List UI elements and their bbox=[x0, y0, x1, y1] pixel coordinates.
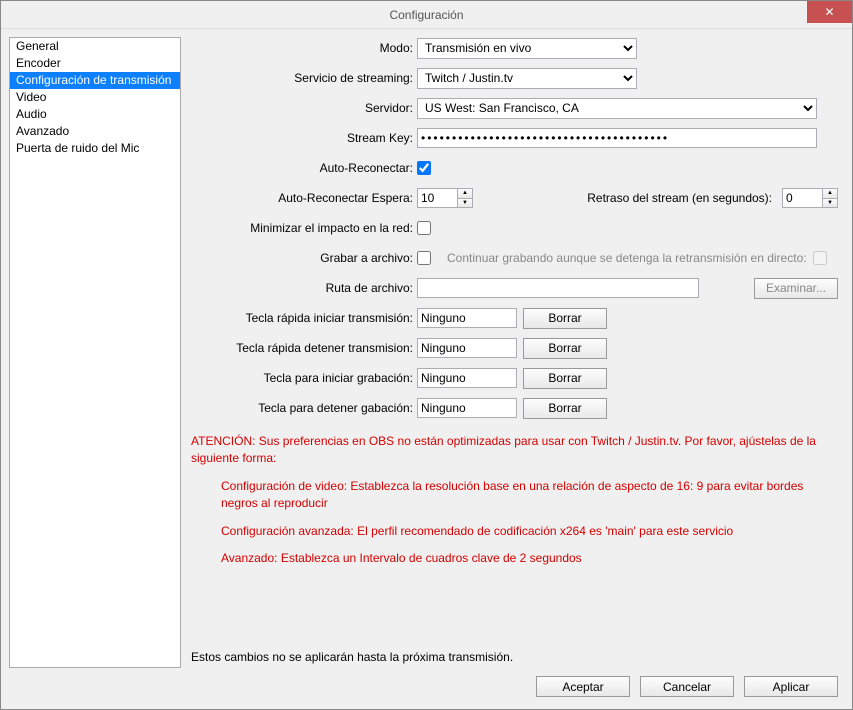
record-file-checkbox[interactable] bbox=[417, 251, 431, 265]
close-button[interactable]: ✕ bbox=[807, 1, 852, 23]
minimize-impact-label: Minimizar el impacto en la red: bbox=[187, 221, 417, 235]
hk-start-record-clear-button[interactable]: Borrar bbox=[523, 368, 607, 389]
sidebar-item-encoder[interactable]: Encoder bbox=[10, 55, 180, 72]
optimization-warning: ATENCIÓN: Sus preferencias en OBS no est… bbox=[187, 427, 838, 583]
warning-line-2: Configuración de video: Establezca la re… bbox=[191, 478, 834, 513]
minimize-impact-checkbox[interactable] bbox=[417, 221, 431, 235]
filepath-label: Ruta de archivo: bbox=[187, 281, 417, 295]
sidebar-item-advanced[interactable]: Avanzado bbox=[10, 123, 180, 140]
hk-stop-stream-clear-button[interactable]: Borrar bbox=[523, 338, 607, 359]
apply-note: Estos cambios no se aplicarán hasta la p… bbox=[187, 646, 838, 668]
autoreconnect-wait-label: Auto-Reconectar Espera: bbox=[187, 191, 417, 205]
spinner-up-icon[interactable]: ▲ bbox=[823, 189, 837, 199]
browse-button: Examinar... bbox=[754, 278, 838, 299]
hk-start-stream-input[interactable] bbox=[417, 308, 517, 328]
filepath-input bbox=[417, 278, 699, 298]
hk-stop-record-input[interactable] bbox=[417, 398, 517, 418]
spinner-up-icon[interactable]: ▲ bbox=[458, 189, 472, 199]
dialog-buttons: Aceptar Cancelar Aplicar bbox=[9, 668, 844, 701]
sidebar-item-general[interactable]: General bbox=[10, 38, 180, 55]
stream-delay-spinner[interactable]: ▲ ▼ bbox=[782, 188, 838, 208]
hk-start-record-input[interactable] bbox=[417, 368, 517, 388]
window-body: General Encoder Configuración de transmi… bbox=[1, 29, 852, 709]
warning-line-3: Configuración avanzada: El perfil recome… bbox=[191, 523, 834, 540]
warning-line-1: ATENCIÓN: Sus preferencias en OBS no est… bbox=[191, 433, 834, 468]
warning-line-4: Avanzado: Establezca un Intervalo de cua… bbox=[191, 550, 834, 567]
spinner-down-icon[interactable]: ▼ bbox=[458, 199, 472, 208]
mode-select[interactable]: Transmisión en vivo bbox=[417, 38, 637, 59]
titlebar: Configuración ✕ bbox=[1, 1, 852, 29]
settings-window: Configuración ✕ General Encoder Configur… bbox=[0, 0, 853, 710]
hk-start-stream-label: Tecla rápida iniciar transmisión: bbox=[187, 311, 417, 325]
continue-recording-checkbox bbox=[813, 251, 827, 265]
sidebar-item-broadcast[interactable]: Configuración de transmisión bbox=[10, 72, 180, 89]
cancel-button[interactable]: Cancelar bbox=[640, 676, 734, 697]
hk-stop-stream-label: Tecla rápida detener transmision: bbox=[187, 341, 417, 355]
sidebar-item-audio[interactable]: Audio bbox=[10, 106, 180, 123]
stream-delay-input[interactable] bbox=[782, 188, 822, 208]
autoreconnect-checkbox[interactable] bbox=[417, 161, 431, 175]
settings-content: Modo: Transmisión en vivo Servicio de st… bbox=[187, 37, 844, 668]
mode-label: Modo: bbox=[187, 41, 417, 55]
window-title: Configuración bbox=[1, 8, 852, 22]
hk-start-record-label: Tecla para iniciar grabación: bbox=[187, 371, 417, 385]
apply-button[interactable]: Aplicar bbox=[744, 676, 838, 697]
server-label: Servidor: bbox=[187, 101, 417, 115]
record-file-label: Grabar a archivo: bbox=[187, 251, 417, 265]
hk-stop-record-clear-button[interactable]: Borrar bbox=[523, 398, 607, 419]
spinner-down-icon[interactable]: ▼ bbox=[823, 199, 837, 208]
close-icon: ✕ bbox=[824, 5, 834, 19]
sidebar-item-video[interactable]: Video bbox=[10, 89, 180, 106]
hk-stop-record-label: Tecla para detener gabación: bbox=[187, 401, 417, 415]
streamkey-input[interactable] bbox=[417, 128, 817, 148]
autoreconnect-wait-input[interactable] bbox=[417, 188, 457, 208]
service-label: Servicio de streaming: bbox=[187, 71, 417, 85]
service-select[interactable]: Twitch / Justin.tv bbox=[417, 68, 637, 89]
stream-delay-label: Retraso del stream (en segundos): bbox=[587, 191, 776, 205]
ok-button[interactable]: Aceptar bbox=[536, 676, 630, 697]
main-area: General Encoder Configuración de transmi… bbox=[9, 37, 844, 668]
sidebar-item-noisegate[interactable]: Puerta de ruido del Mic bbox=[10, 140, 180, 157]
autoreconnect-label: Auto-Reconectar: bbox=[187, 161, 417, 175]
hk-stop-stream-input[interactable] bbox=[417, 338, 517, 358]
hk-start-stream-clear-button[interactable]: Borrar bbox=[523, 308, 607, 329]
continue-recording-label: Continuar grabando aunque se detenga la … bbox=[447, 251, 807, 265]
server-select[interactable]: US West: San Francisco, CA bbox=[417, 98, 817, 119]
category-sidebar[interactable]: General Encoder Configuración de transmi… bbox=[9, 37, 181, 668]
streamkey-label: Stream Key: bbox=[187, 131, 417, 145]
autoreconnect-wait-spinner[interactable]: ▲ ▼ bbox=[417, 188, 473, 208]
